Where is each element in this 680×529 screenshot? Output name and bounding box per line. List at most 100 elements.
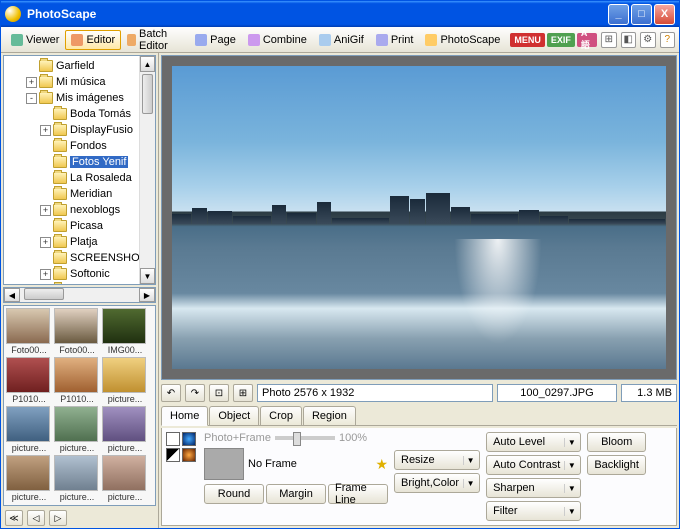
tree-node[interactable]: Meridian <box>6 186 155 202</box>
thumbnail-item[interactable]: Foto00... <box>54 308 100 355</box>
main-tab-photoscape[interactable]: PhotoScape <box>419 30 506 50</box>
frame-preview[interactable] <box>204 448 244 480</box>
tree-node[interactable]: SCREENSHO <box>6 250 155 266</box>
thumbnail-item[interactable]: picture... <box>102 455 148 502</box>
tool-button-1[interactable]: ⊞ <box>601 32 616 48</box>
maximize-button[interactable]: □ <box>631 4 652 25</box>
thumbnail-item[interactable]: P1010... <box>6 357 52 404</box>
thumbnail-grid[interactable]: Foto00...Foto00...IMG00...P1010...P1010.… <box>3 305 156 506</box>
tree-node[interactable]: Fotos Yenif <box>6 154 155 170</box>
tree-node[interactable]: Boda Tomás <box>6 106 155 122</box>
swatch-white[interactable] <box>166 432 180 446</box>
image-canvas[interactable] <box>161 55 677 380</box>
thumbnail-item[interactable]: picture... <box>102 406 148 453</box>
star-icon[interactable]: ★ <box>375 456 388 473</box>
folder-tree[interactable]: Garfield+Mi música-Mis imágenes Boda Tomá… <box>3 55 156 285</box>
tree-node[interactable]: +DisplayFusio <box>6 122 155 138</box>
swatch-gradient[interactable] <box>182 432 196 446</box>
auto-contrast-button[interactable]: Auto Contrast▼ <box>486 455 581 475</box>
tree-node[interactable]: -Mis imágenes <box>6 90 155 106</box>
frame-line-button[interactable]: Frame Line <box>328 484 388 504</box>
hscroll-track[interactable] <box>20 288 139 302</box>
bright-color-button[interactable]: Bright,Color▼ <box>394 473 480 493</box>
minimize-button[interactable]: _ <box>608 4 629 25</box>
zoom-slider[interactable] <box>275 436 335 440</box>
tree-node[interactable]: +Platja <box>6 234 155 250</box>
expand-icon[interactable]: + <box>40 237 51 248</box>
expand-icon[interactable]: + <box>26 77 37 88</box>
expand-icon[interactable]: + <box>40 125 51 136</box>
tree-vertical-scrollbar[interactable]: ▲ ▼ <box>139 56 155 284</box>
thumbnail-item[interactable]: picture... <box>6 406 52 453</box>
tree-node[interactable]: +Softonic <box>6 266 155 282</box>
frame-select-label[interactable]: No Frame <box>248 458 297 470</box>
close-button[interactable]: X <box>654 4 675 25</box>
main-tab-editor[interactable]: Editor <box>65 30 121 50</box>
zoom-fit-button[interactable]: ⊡ <box>209 384 229 402</box>
main-tab-combine[interactable]: Combine <box>242 30 313 50</box>
editor-tab-crop[interactable]: Crop <box>260 406 302 425</box>
tree-node[interactable]: Picasa <box>6 218 155 234</box>
tree-node[interactable]: +nexoblogs <box>6 202 155 218</box>
backlight-button[interactable]: Backlight <box>587 455 646 475</box>
thumbnail-image <box>102 357 146 393</box>
thumbnail-item[interactable]: Foto00... <box>6 308 52 355</box>
pager-next-button[interactable]: ▷ <box>49 510 67 526</box>
swatch-bw[interactable] <box>166 448 180 462</box>
thumbnail-item[interactable]: picture... <box>54 455 100 502</box>
pager-first-button[interactable]: ≪ <box>5 510 23 526</box>
tree-horizontal-scrollbar[interactable]: ◀ ▶ <box>3 287 156 303</box>
badge-menu[interactable]: MENU <box>510 33 545 47</box>
thumbnail-item[interactable]: IMG00... <box>102 308 148 355</box>
thumbnail-item[interactable]: picture... <box>102 357 148 404</box>
main-tab-viewer[interactable]: Viewer <box>5 30 65 50</box>
badge-a語[interactable]: A語 <box>577 33 597 47</box>
thumbnail-item[interactable]: P1010... <box>54 357 100 404</box>
main-tab-batch-editor[interactable]: Batch Editor <box>121 30 189 50</box>
filter-button[interactable]: Filter▼ <box>486 501 581 521</box>
badge-exif[interactable]: EXIF <box>547 33 575 47</box>
thumbnail-item[interactable]: picture... <box>6 455 52 502</box>
editor-tab-object[interactable]: Object <box>209 406 259 425</box>
main-tab-anigif[interactable]: AniGif <box>313 30 370 50</box>
margin-button[interactable]: Margin <box>266 484 326 504</box>
editor-tab-home[interactable]: Home <box>161 406 208 426</box>
swatch-brush[interactable] <box>182 448 196 462</box>
expand-icon[interactable]: + <box>40 269 51 280</box>
titlebar[interactable]: PhotoScape _ □ X <box>1 1 679 27</box>
tree-node[interactable]: Suzuki <box>6 282 155 285</box>
tree-node[interactable]: Garfield <box>6 58 155 74</box>
tree-node[interactable]: La Rosaleda <box>6 170 155 186</box>
effect-column: Bloom Backlight <box>587 432 646 521</box>
sharpen-button[interactable]: Sharpen▼ <box>486 478 581 498</box>
redo-button[interactable]: ↷ <box>185 384 205 402</box>
scroll-left-icon[interactable]: ◀ <box>4 288 20 302</box>
tool-button-2[interactable]: ◧ <box>621 32 636 48</box>
main-tab-page[interactable]: Page <box>189 30 242 50</box>
auto-level-button[interactable]: Auto Level▼ <box>486 432 581 452</box>
hscroll-thumb[interactable] <box>24 288 64 300</box>
main-tab-print[interactable]: Print <box>370 30 420 50</box>
round-button[interactable]: Round <box>204 484 264 504</box>
scroll-up-icon[interactable]: ▲ <box>140 56 155 72</box>
help-icon[interactable]: ? <box>660 32 675 48</box>
expand-icon[interactable]: + <box>40 205 51 216</box>
undo-button[interactable]: ↶ <box>161 384 181 402</box>
zoom-actual-button[interactable]: ⊞ <box>233 384 253 402</box>
tab-label: Editor <box>86 34 115 46</box>
tab-icon <box>71 34 83 46</box>
tree-node-label: Boda Tomás <box>70 108 131 120</box>
scroll-right-icon[interactable]: ▶ <box>139 288 155 302</box>
bloom-button[interactable]: Bloom <box>587 432 646 452</box>
collapse-icon[interactable]: - <box>26 93 37 104</box>
scroll-thumb[interactable] <box>142 74 153 114</box>
editor-tab-region[interactable]: Region <box>303 406 356 425</box>
settings-icon[interactable]: ⚙ <box>640 32 655 48</box>
scroll-down-icon[interactable]: ▼ <box>140 268 155 284</box>
pager-prev-button[interactable]: ◁ <box>27 510 45 526</box>
tree-node[interactable]: +Mi música <box>6 74 155 90</box>
resize-button[interactable]: Resize▼ <box>394 450 480 470</box>
thumbnail-item[interactable]: picture... <box>54 406 100 453</box>
tree-node[interactable]: Fondos <box>6 138 155 154</box>
controls-panel: Photo+Frame 100% No Frame ★ Round Margin… <box>161 428 677 526</box>
